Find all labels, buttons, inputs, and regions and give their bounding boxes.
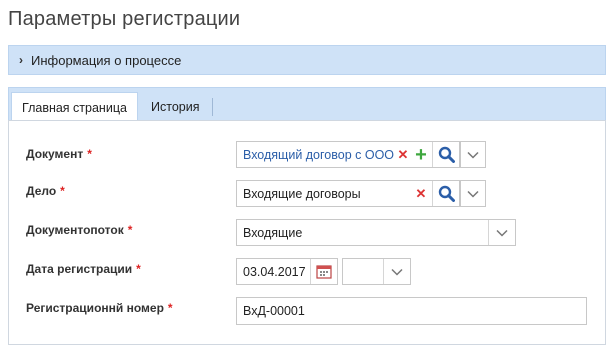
case-dropdown-button[interactable] xyxy=(460,180,486,207)
reg-number-label-text: Регистрационнй номер xyxy=(26,301,164,315)
required-marker: * xyxy=(167,301,173,315)
required-marker: * xyxy=(127,223,133,237)
tab-main-page[interactable]: Главная страница xyxy=(11,92,138,123)
tab-separator xyxy=(212,98,213,116)
case-label: Дело * xyxy=(26,184,65,198)
document-dropdown-button[interactable] xyxy=(460,141,486,168)
calendar-icon[interactable] xyxy=(311,259,337,284)
plus-icon[interactable]: + xyxy=(410,145,432,165)
tab-main-page-label: Главная страница xyxy=(22,100,127,115)
reg-time-dropdown-button[interactable] xyxy=(384,259,410,284)
process-info-toggle[interactable]: › Информация о процессе xyxy=(8,45,606,75)
flow-value: Входящие xyxy=(243,225,303,240)
tab-history[interactable]: История xyxy=(141,92,209,122)
tab-strip: Главная страница История xyxy=(8,87,606,123)
reg-date-label-text: Дата регистрации xyxy=(26,262,133,276)
flow-select[interactable]: Входящие xyxy=(236,219,516,246)
page-title: Параметры регистрации xyxy=(8,8,241,30)
flow-label-text: Документопоток xyxy=(26,223,124,237)
document-label: Документ * xyxy=(26,147,92,161)
reg-number-input[interactable]: ВхД-00001 xyxy=(236,297,587,325)
required-marker: * xyxy=(60,184,65,198)
reg-time-select[interactable] xyxy=(342,258,411,285)
required-marker: * xyxy=(136,262,141,276)
case-field[interactable]: Входящие договоры ✕ xyxy=(236,180,460,207)
process-info-label: Информация о процессе xyxy=(31,52,182,68)
chevron-down-icon xyxy=(391,268,403,276)
reg-date-input[interactable]: 03.04.2017 xyxy=(236,258,338,285)
close-icon[interactable]: ✕ xyxy=(414,186,428,202)
reg-date-label: Дата регистрации * xyxy=(26,262,141,276)
chevron-down-icon xyxy=(496,229,508,237)
required-marker: * xyxy=(87,147,92,161)
close-icon[interactable]: ✕ xyxy=(396,147,410,163)
reg-date-value[interactable]: 03.04.2017 xyxy=(237,265,310,279)
case-value[interactable]: Входящие договоры xyxy=(237,187,414,201)
search-icon[interactable] xyxy=(433,142,459,167)
document-label-text: Документ xyxy=(26,147,84,161)
reg-number-label: Регистрационнй номер * xyxy=(26,301,173,315)
tab-history-label: История xyxy=(151,100,200,114)
search-icon[interactable] xyxy=(433,181,459,206)
reg-number-value[interactable]: ВхД-00001 xyxy=(237,304,586,318)
flow-dropdown-button[interactable] xyxy=(489,220,515,245)
flow-label: Документопоток * xyxy=(26,223,132,237)
chevron-down-icon xyxy=(467,151,479,159)
document-value[interactable]: Входящий договор с ООО " xyxy=(237,148,396,162)
chevron-down-icon xyxy=(467,190,479,198)
case-label-text: Дело xyxy=(26,184,57,198)
document-field[interactable]: Входящий договор с ООО " ✕ + xyxy=(236,141,460,168)
chevron-right-icon: › xyxy=(19,53,23,67)
